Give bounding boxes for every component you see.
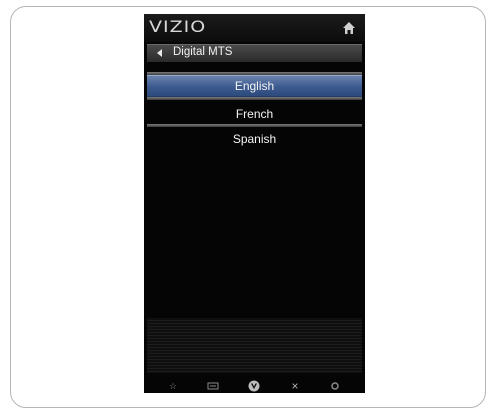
divider [147, 97, 362, 100]
scanline-area [147, 318, 362, 373]
back-arrow-icon [157, 49, 162, 57]
divider [147, 124, 362, 127]
tv-menu-panel: VIZIO Digital MTS English French Spanish… [144, 14, 365, 393]
star-icon[interactable]: ☆ [167, 380, 179, 392]
v-logo-icon[interactable] [248, 380, 260, 392]
keyboard-icon[interactable] [207, 380, 219, 392]
option-english[interactable]: English [147, 75, 362, 97]
home-icon[interactable] [343, 22, 355, 34]
back-button[interactable]: Digital MTS [147, 44, 362, 62]
remote-button-bar: ☆ × [144, 378, 365, 393]
option-french[interactable]: French [147, 104, 362, 124]
menu-header: VIZIO [144, 14, 365, 42]
vizio-logo: VIZIO [149, 17, 207, 37]
close-icon[interactable]: × [289, 380, 301, 392]
settings-icon[interactable] [329, 380, 341, 392]
menu-title: Digital MTS [173, 46, 233, 58]
option-spanish[interactable]: Spanish [147, 129, 362, 149]
